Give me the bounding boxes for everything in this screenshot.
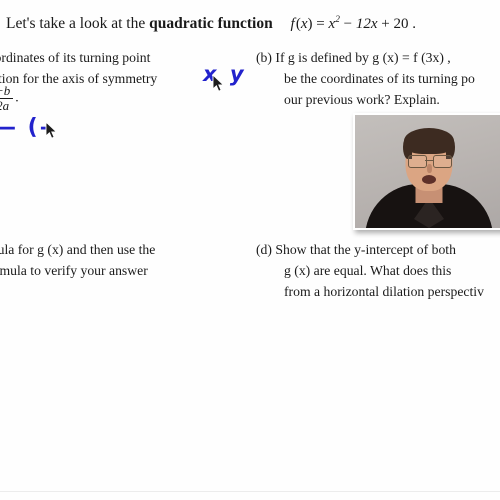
part-b-line-1: (b) If g is defined by g (x) = f (3x) ,: [256, 50, 451, 65]
intro-line: Let's take a look at the quadratic funct…: [6, 14, 500, 34]
intro-lead-text: Let's take a look at the: [6, 15, 150, 32]
mouse-cursor-bottom-icon: [45, 120, 58, 145]
part-a-line-1: e the coordinates of its turning point: [0, 50, 151, 65]
part-a-line-3: .: [15, 89, 19, 105]
lesson-page: Let's take a look at the quadratic funct…: [0, 0, 500, 500]
instructor-glasses-bridge: [425, 160, 433, 162]
webcam-video-frame: [355, 115, 500, 228]
intro-equation: f (x) = x2 − 12x + 20 .: [290, 15, 416, 32]
vertex-formula-fraction: −b 2a: [0, 83, 14, 113]
instructor-mouth: [422, 175, 436, 184]
part-d: (d) Show that the y-intercept of both g …: [256, 240, 500, 302]
instructor-nose: [427, 164, 432, 173]
part-c: e a formula for g (x) and then use the p…: [0, 240, 252, 302]
part-a-formula: −b 2a .: [0, 84, 19, 112]
part-a: e the coordinates of its turning point t…: [0, 48, 252, 90]
formula-numerator: −b: [0, 83, 11, 98]
part-c-line-1: e a formula for g (x) and then use the: [0, 242, 156, 257]
part-a-line-2: the equation for the axis of symmetry: [0, 70, 158, 86]
formula-denominator: 2a: [0, 97, 14, 113]
instructor-glasses-left-lens: [408, 155, 427, 168]
part-c-line-3: (b).: [0, 282, 252, 303]
part-b-line-2: be the coordinates of its turning po: [284, 70, 475, 86]
ink-annotation-paren: — (–: [0, 115, 53, 140]
part-b-line-3: our previous work? Explain.: [284, 91, 440, 107]
part-c-line-2: point formula to verify your answer: [0, 262, 148, 278]
part-d-line-2: g (x) are equal. What does this: [284, 262, 452, 278]
part-d-line-1: (d) Show that the y-intercept of both: [256, 242, 456, 257]
part-d-line-3: from a horizontal dilation perspectiv: [284, 283, 484, 299]
webcam-video-overlay[interactable]: [353, 113, 500, 230]
instructor-glasses-right-lens: [433, 155, 452, 168]
part-b: (b) If g is defined by g (x) = f (3x) , …: [256, 48, 500, 110]
page-bottom-rule: [0, 491, 500, 492]
intro-emphasis: quadratic function: [149, 15, 273, 32]
